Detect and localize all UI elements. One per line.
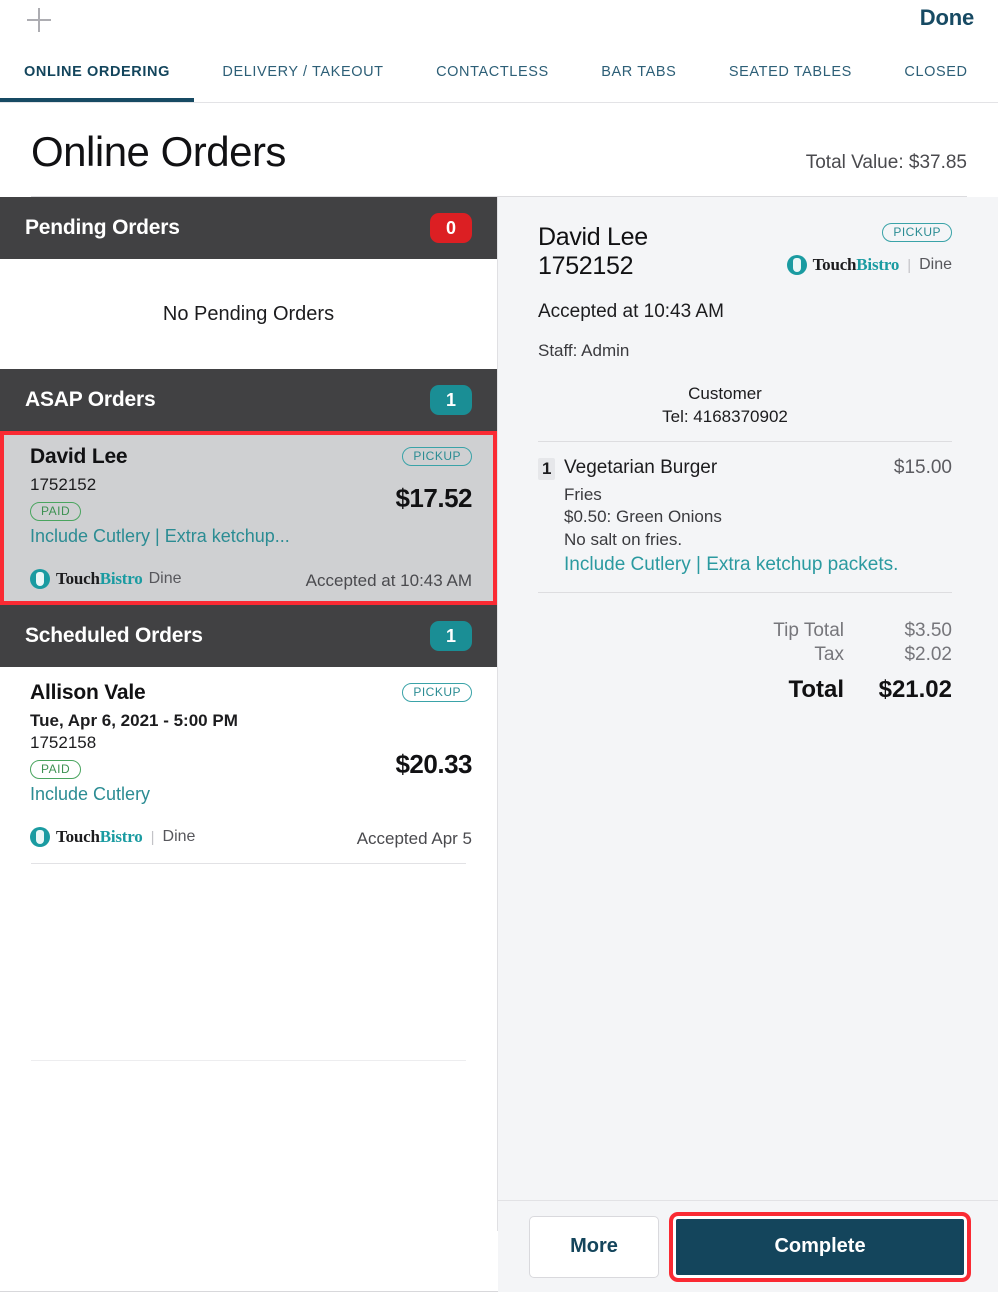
order-notes: Include Cutlery [30,784,151,804]
section-title-asap: ASAP Orders [25,388,156,411]
order-notes: Include Cutlery | Extra ketchup... [30,526,290,546]
section-count-scheduled: 1 [430,621,472,651]
line-item-quantity: 1 [538,457,556,480]
line-item-name: Vegetarian Burger [564,456,718,478]
totals-row-grand: Total $21.02 [538,675,952,705]
pending-empty-message: No Pending Orders [0,259,497,369]
detail-source-suffix: Dine [919,256,952,273]
tab-bar: ONLINE ORDERING DELIVERY / TAKEOUT CONTA… [0,46,998,103]
touchbistro-bistro-text: Bistro [856,255,900,274]
line-item-special-note: Include Cutlery | Extra ketchup packets. [564,554,899,576]
complete-button[interactable]: Complete [669,1211,971,1282]
tab-delivery-takeout[interactable]: DELIVERY / TAKEOUT [198,46,407,102]
order-list-item-david-lee[interactable]: David Lee PICKUP 1752152 PAID Include Cu… [0,431,497,605]
plus-icon[interactable] [27,8,51,32]
order-paid-badge: PAID [30,502,82,521]
detail-customer-block: Customer Tel: 4168370902 [538,383,952,429]
touchbistro-wordmark: TouchBistro [56,827,143,847]
touchbistro-mark-icon [30,569,50,589]
tab-closed[interactable]: CLOSED [880,46,991,102]
order-row-name: Allison Vale PICKUP [30,681,472,709]
totals-value-tax: $2.02 [904,643,952,665]
tab-contactless[interactable]: CONTACTLESS [412,46,573,102]
detail-staff: Staff: Admin [538,341,630,360]
line-item-modifier: Fries [564,484,602,504]
tab-seated-tables[interactable]: SEATED TABLES [705,46,876,102]
orders-list-bottom-divider [31,1060,466,1061]
line-item-modifier: No salt on fries. [564,529,683,549]
order-row-name: David Lee PICKUP [30,445,472,473]
touchbistro-logo: TouchBistro | Dine [30,827,195,847]
detail-type-badge: PICKUP [882,223,952,242]
content-area: Pending Orders 0 No Pending Orders ASAP … [0,197,998,1231]
touchbistro-logo: TouchBistro Dine [30,569,182,589]
order-accepted-time: Accepted at 10:43 AM [305,571,472,590]
page-title: Online Orders [31,128,286,175]
totals-label-tip: Tip Total [773,620,844,642]
totals-row-tax: Tax $2.02 [538,643,952,667]
order-amount: $17.52 [395,483,472,513]
tab-online-ordering[interactable]: ONLINE ORDERING [0,46,194,102]
totals-row-tip: Tip Total $3.50 [538,619,952,643]
order-source-suffix: Dine [162,828,196,845]
tab-bar-tabs[interactable]: BAR TABS [577,46,700,102]
order-list-item-allison-vale[interactable]: Allison Vale PICKUP Tue, Apr 6, 2021 - 5… [0,667,497,863]
order-accepted-time: Accepted Apr 5 [356,829,472,848]
section-title-pending: Pending Orders [25,216,180,239]
order-source-suffix: Dine [148,570,182,587]
detail-header: David Lee 1752152 PICKUP TouchBistro | D… [538,223,952,287]
order-paid-badge: PAID [30,760,82,779]
order-amount: $20.33 [395,749,472,779]
section-count-asap: 1 [430,385,472,415]
order-customer-name: Allison Vale [30,681,146,704]
detail-customer-tel[interactable]: Tel: 4168370902 [538,406,912,429]
line-item-main-row: 1 Vegetarian Burger $15.00 [538,456,952,482]
orders-list-pane: Pending Orders 0 No Pending Orders ASAP … [0,197,498,1231]
touchbistro-mark-icon [30,827,50,847]
touchbistro-bistro-text: Bistro [99,827,143,846]
logo-separator: | [150,828,155,846]
page-header: Online Orders Total Value: $37.85 [0,103,998,197]
touchbistro-bistro-text: Bistro [99,569,143,588]
touchbistro-wordmark: TouchBistro [56,569,143,589]
totals-value-tip: $3.50 [904,620,952,642]
touchbistro-touch-text: Touch [56,569,100,588]
totals-label-tax: Tax [814,643,844,665]
order-footer: TouchBistro | Dine Accepted Apr 5 [30,827,472,853]
detail-action-bar: More Complete [498,1200,998,1292]
line-item-price: $15.00 [893,456,952,478]
detail-customer-label: Customer [688,384,762,403]
detail-totals: Tip Total $3.50 Tax $2.02 Total $21.02 [538,619,952,705]
logo-separator: | [907,256,912,274]
section-title-scheduled: Scheduled Orders [25,624,203,647]
order-type-badge: PICKUP [402,447,472,466]
section-header-scheduled[interactable]: Scheduled Orders 1 [0,605,497,667]
detail-line-item[interactable]: 1 Vegetarian Burger $15.00 Fries $0.50: … [538,442,952,576]
touchbistro-logo: TouchBistro | Dine [786,255,952,275]
order-customer-name: David Lee [30,445,128,468]
line-item-modifier: $0.50: Green Onions [564,507,722,527]
touchbistro-touch-text: Touch [812,255,857,274]
line-item-modifiers: Fries $0.50: Green Onions No salt on fri… [564,484,952,576]
totals-value-grand: $21.02 [878,675,952,703]
section-header-pending[interactable]: Pending Orders 0 [0,197,497,259]
order-detail: David Lee 1752152 PICKUP TouchBistro | D… [498,197,998,705]
touchbistro-mark-icon [786,255,807,275]
detail-accepted-time: Accepted at 10:43 AM [538,301,724,322]
order-detail-pane: David Lee 1752152 PICKUP TouchBistro | D… [498,197,998,1231]
touchbistro-wordmark: TouchBistro [813,255,900,275]
detail-divider-bottom [538,592,952,594]
totals-label-grand: Total [788,675,844,703]
orders-list-spacer [0,864,497,1060]
order-scheduled-time: Tue, Apr 6, 2021 - 5:00 PM [30,711,238,730]
order-type-badge: PICKUP [402,683,472,702]
done-button[interactable]: Done [920,5,974,31]
section-count-pending: 0 [430,213,472,243]
more-button[interactable]: More [529,1215,659,1278]
order-footer: TouchBistro Dine Accepted at 10:43 AM [30,569,472,595]
total-value: Total Value: $37.85 [805,152,967,173]
section-header-asap[interactable]: ASAP Orders 1 [0,369,497,431]
touchbistro-touch-text: Touch [56,827,100,846]
top-bar: Done [0,0,998,46]
